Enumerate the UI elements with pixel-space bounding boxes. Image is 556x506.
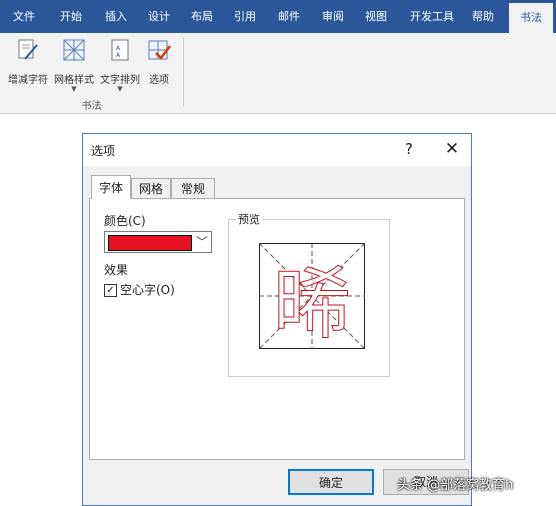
add-remove-chars-label: 增减字符	[8, 75, 48, 86]
tab-layout[interactable]: 布局	[187, 7, 217, 27]
chevron-down-icon: ▼	[71, 85, 77, 93]
ribbon-tab-bar: 文件 开始 插入 设计 布局 引用 邮件 审阅 视图 开发工具 帮助 书法	[0, 0, 556, 33]
preview-char: 晞	[273, 260, 351, 349]
help-button[interactable]: ?	[399, 140, 419, 158]
tab-developer[interactable]: 开发工具	[404, 7, 460, 27]
ribbon-panel: 增减字符 网格样式 ▼ AA 文字排列 ▼ 选项 书法	[0, 33, 556, 114]
font-tab-panel: 颜色(C) ﹀ 效果 ✓ 空心字(O) 预览 晞	[89, 198, 465, 460]
dialog-title: 选项	[91, 144, 116, 158]
options-dialog: 选项 ? ✕ 字体 网格 常规 颜色(C) ﹀ 效果 ✓ 空心字(O) 预览 晞…	[82, 133, 472, 506]
options-label: 选项	[149, 75, 169, 86]
grid-style-button[interactable]: 网格样式 ▼	[52, 37, 96, 93]
tab-general[interactable]: 常规	[171, 178, 215, 198]
tab-font[interactable]: 字体	[91, 175, 131, 199]
ok-button[interactable]: 确定	[288, 469, 374, 495]
tab-insert[interactable]: 插入	[101, 7, 131, 27]
watermark: 头条 @部落窝教育h	[397, 478, 514, 493]
options-check-icon	[148, 40, 171, 60]
text-arrangement-label: 文字排列	[100, 75, 140, 86]
tab-view[interactable]: 视图	[361, 7, 391, 27]
grid-style-icon	[63, 39, 85, 61]
tab-home[interactable]: 开始	[56, 7, 86, 27]
chevron-down-icon: ▼	[117, 85, 123, 93]
text-arrange-icon: AA	[111, 39, 129, 61]
effects-label: 效果	[104, 263, 129, 277]
preview-label: 预览	[236, 211, 262, 227]
tab-file[interactable]: 文件	[9, 7, 39, 27]
dialog-titlebar: 选项 ? ✕	[83, 134, 471, 166]
color-label: 颜色(C)	[104, 214, 146, 228]
tab-mailings[interactable]: 邮件	[274, 7, 304, 27]
options-button[interactable]: 选项	[144, 37, 174, 86]
hollow-checkbox[interactable]: ✓	[104, 284, 117, 297]
tab-calligraphy[interactable]: 书法	[509, 3, 553, 33]
text-arrangement-button[interactable]: AA 文字排列 ▼	[98, 37, 142, 93]
tab-design[interactable]: 设计	[144, 7, 174, 27]
tab-review[interactable]: 审阅	[318, 7, 348, 27]
document-pen-icon	[18, 39, 38, 60]
color-swatch	[108, 235, 192, 251]
add-remove-chars-button[interactable]: 增减字符	[6, 37, 50, 86]
grid-style-label: 网格样式	[54, 75, 94, 86]
close-icon[interactable]: ✕	[441, 139, 463, 159]
ribbon-group-label: 书法	[81, 101, 102, 112]
preview-grid: 晞	[259, 243, 365, 349]
tab-grid[interactable]: 网格	[131, 178, 171, 198]
ribbon-group-divider	[183, 37, 184, 107]
hollow-checkbox-label[interactable]: 空心字(O)	[120, 281, 175, 298]
tab-references[interactable]: 引用	[230, 7, 260, 27]
tab-help[interactable]: 帮助	[468, 7, 498, 27]
color-select[interactable]: ﹀	[104, 231, 212, 253]
chevron-down-icon: ﹀	[195, 235, 208, 249]
